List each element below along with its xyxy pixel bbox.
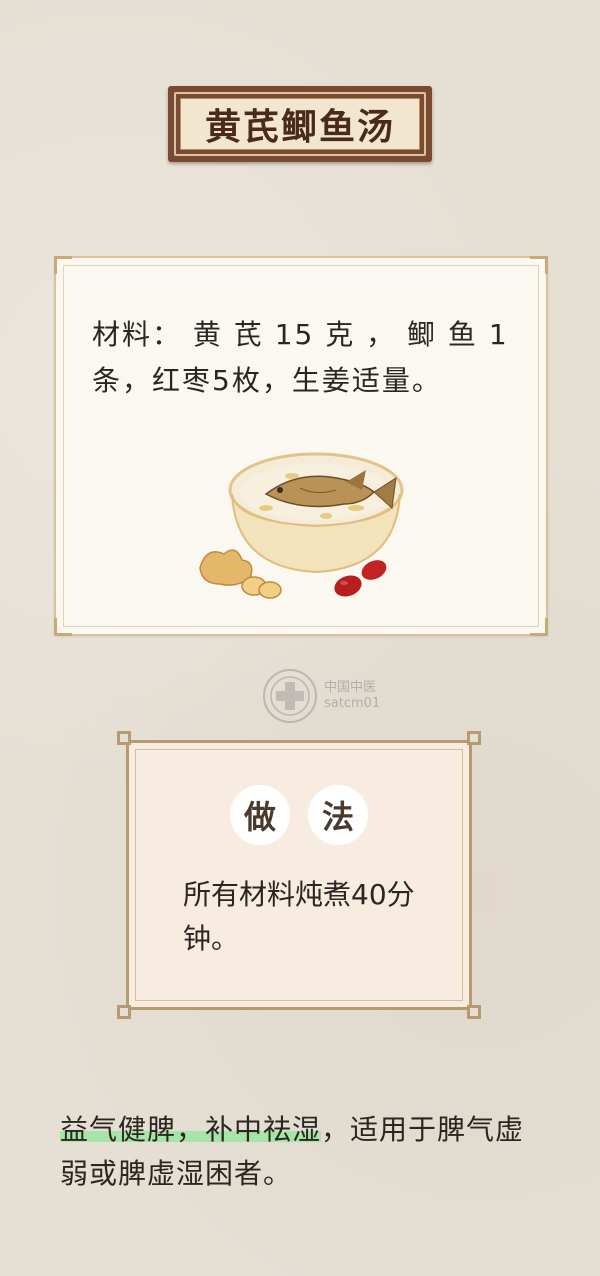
effect-text: 益气健脾，补中祛湿，适用于脾气虚弱或脾虚湿困者。 bbox=[60, 1108, 550, 1196]
effect-highlight: 益气健脾，补中祛湿 bbox=[60, 1113, 322, 1146]
corner-ornament bbox=[117, 1005, 131, 1019]
materials-text: 材料： 黄 芪 15 克 ， 鲫 鱼 1 条，红枣5枚，生姜适量。 bbox=[92, 318, 509, 397]
corner-ornament bbox=[467, 731, 481, 745]
corner-ornament bbox=[530, 618, 548, 636]
method-heading-char: 做 bbox=[230, 785, 290, 845]
watermark-line2: satcm01 bbox=[324, 696, 381, 711]
corner-ornament bbox=[467, 1005, 481, 1019]
fish-soup-illustration bbox=[199, 452, 404, 599]
corner-ornament bbox=[530, 256, 548, 274]
materials-card: 材料： 黄 芪 15 克 ， 鲫 鱼 1 条，红枣5枚，生姜适量。 bbox=[54, 256, 548, 636]
corner-ornament bbox=[117, 731, 131, 745]
title-plaque: 黄芪鲫鱼汤 bbox=[168, 86, 432, 162]
watermark-line1: 中国中医 bbox=[324, 680, 377, 695]
corner-ornament bbox=[54, 618, 72, 636]
method-card: 做 法 所有材料炖煮40分钟。 bbox=[117, 731, 481, 1019]
method-text: 所有材料炖煮40分钟。 bbox=[183, 878, 415, 955]
method-heading: 做 法 bbox=[129, 785, 469, 845]
watermark: 中国中医 satcm01 bbox=[262, 666, 380, 726]
method-heading-char: 法 bbox=[308, 785, 368, 845]
page-title: 黄芪鲫鱼汤 bbox=[204, 106, 395, 148]
hospital-cross-icon bbox=[263, 669, 317, 723]
corner-ornament bbox=[54, 256, 72, 274]
title-inner: 黄芪鲫鱼汤 bbox=[180, 98, 420, 150]
